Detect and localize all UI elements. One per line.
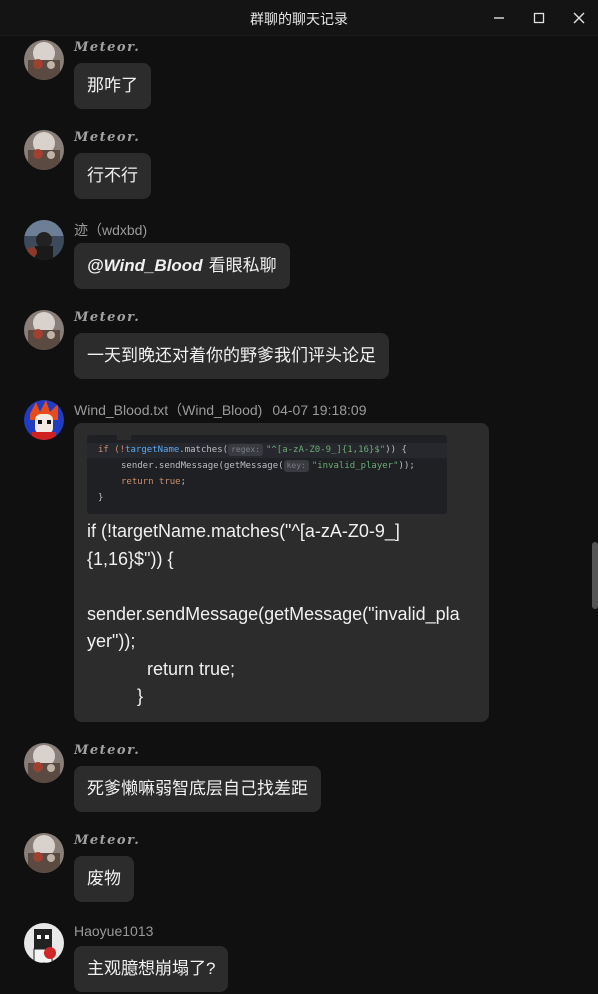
sender-name: 迹（wdxbd) [74, 222, 148, 238]
message-bubble[interactable]: 那咋了 [74, 63, 151, 109]
sender-name: Wind_Blood.txt（Wind_Blood) 04-07 19:18:09 [74, 400, 367, 420]
text-line: if (!targetName.matches("^[a-zA-Z0-9_] [87, 521, 400, 541]
text-line [87, 573, 477, 601]
avatar-meteor[interactable] [24, 743, 64, 783]
sender-name: Meteor. [74, 833, 141, 848]
scrollbar-thumb[interactable] [592, 542, 598, 609]
sender-name: Meteor. [74, 130, 141, 145]
chat-history[interactable]: Meteor. 那咋了 Meteor. 行不行 迹（wdxbd) @Wind_B… [0, 36, 598, 994]
text-line: sender.sendMessage(getMessage("invalid_p… [87, 603, 460, 624]
avatar-wind-blood[interactable] [24, 400, 64, 440]
sender-name-text: Wind_Blood.txt（Wind_Blood) [74, 402, 263, 418]
message-text: 死爹懒嘛弱智底层自己找差距 [87, 779, 308, 798]
avatar-wdxbd[interactable] [24, 220, 64, 260]
sender-name: Meteor. [74, 743, 141, 758]
sender-name: Haoyue1013 [74, 923, 154, 939]
mention-link[interactable]: @Wind_Blood [87, 256, 203, 275]
avatar-meteor[interactable] [24, 40, 64, 80]
code-tab-notch [117, 435, 131, 440]
avatar-meteor[interactable] [24, 833, 64, 873]
avatar-haoyue[interactable] [24, 923, 64, 963]
code-line-3: return true; [121, 477, 187, 487]
maximize-icon[interactable] [526, 6, 552, 30]
text-line: yer")); [87, 631, 136, 651]
message-bubble[interactable]: 废物 [74, 856, 134, 902]
minimize-icon[interactable] [486, 6, 512, 30]
avatar-meteor[interactable] [24, 310, 64, 350]
message-text: 主观臆想崩塌了? [87, 959, 216, 978]
message-bubble[interactable]: 死爹懒嘛弱智底层自己找差距 [74, 766, 321, 812]
sender-name: Meteor. [74, 40, 141, 55]
text-line: } [87, 686, 144, 706]
avatar-meteor[interactable] [24, 130, 64, 170]
message-bubble[interactable]: 一天到晚还对着你的野爹我们评头论足 [74, 333, 389, 379]
title-bar: 群聊的聊天记录 [0, 0, 598, 36]
message-text: 行不行 [87, 166, 138, 185]
code-screenshot-image[interactable]: if (!targetName.matches(regex: "^[a-zA-Z0… [87, 435, 447, 514]
sender-name: Meteor. [74, 310, 141, 325]
message-bubble[interactable]: @Wind_Blood 看眼私聊 [74, 243, 290, 289]
code-line-4: } [98, 493, 104, 503]
message-bubble[interactable]: 行不行 [74, 153, 151, 199]
code-line-1: if (!targetName.matches(regex: "^[a-zA-Z0… [98, 444, 407, 456]
message-text: 看眼私聊 [208, 256, 277, 275]
message-bubble[interactable]: 主观臆想崩塌了? [74, 946, 229, 992]
message-text: 一天到晚还对着你的野爹我们评头论足 [87, 346, 376, 365]
message-timestamp: 04-07 19:18:09 [272, 402, 367, 418]
text-line: return true; [87, 658, 236, 679]
message-text: if (!targetName.matches("^[a-zA-Z0-9_] {… [87, 518, 477, 711]
message-text: 废物 [87, 869, 121, 888]
message-bubble[interactable]: if (!targetName.matches(regex: "^[a-zA-Z0… [74, 423, 489, 722]
text-line: {1,16}$")) { [87, 548, 174, 569]
message-text: 那咋了 [87, 76, 138, 95]
close-icon[interactable] [566, 6, 592, 30]
code-line-2: sender.sendMessage(getMessage(key: "inval… [121, 460, 415, 472]
